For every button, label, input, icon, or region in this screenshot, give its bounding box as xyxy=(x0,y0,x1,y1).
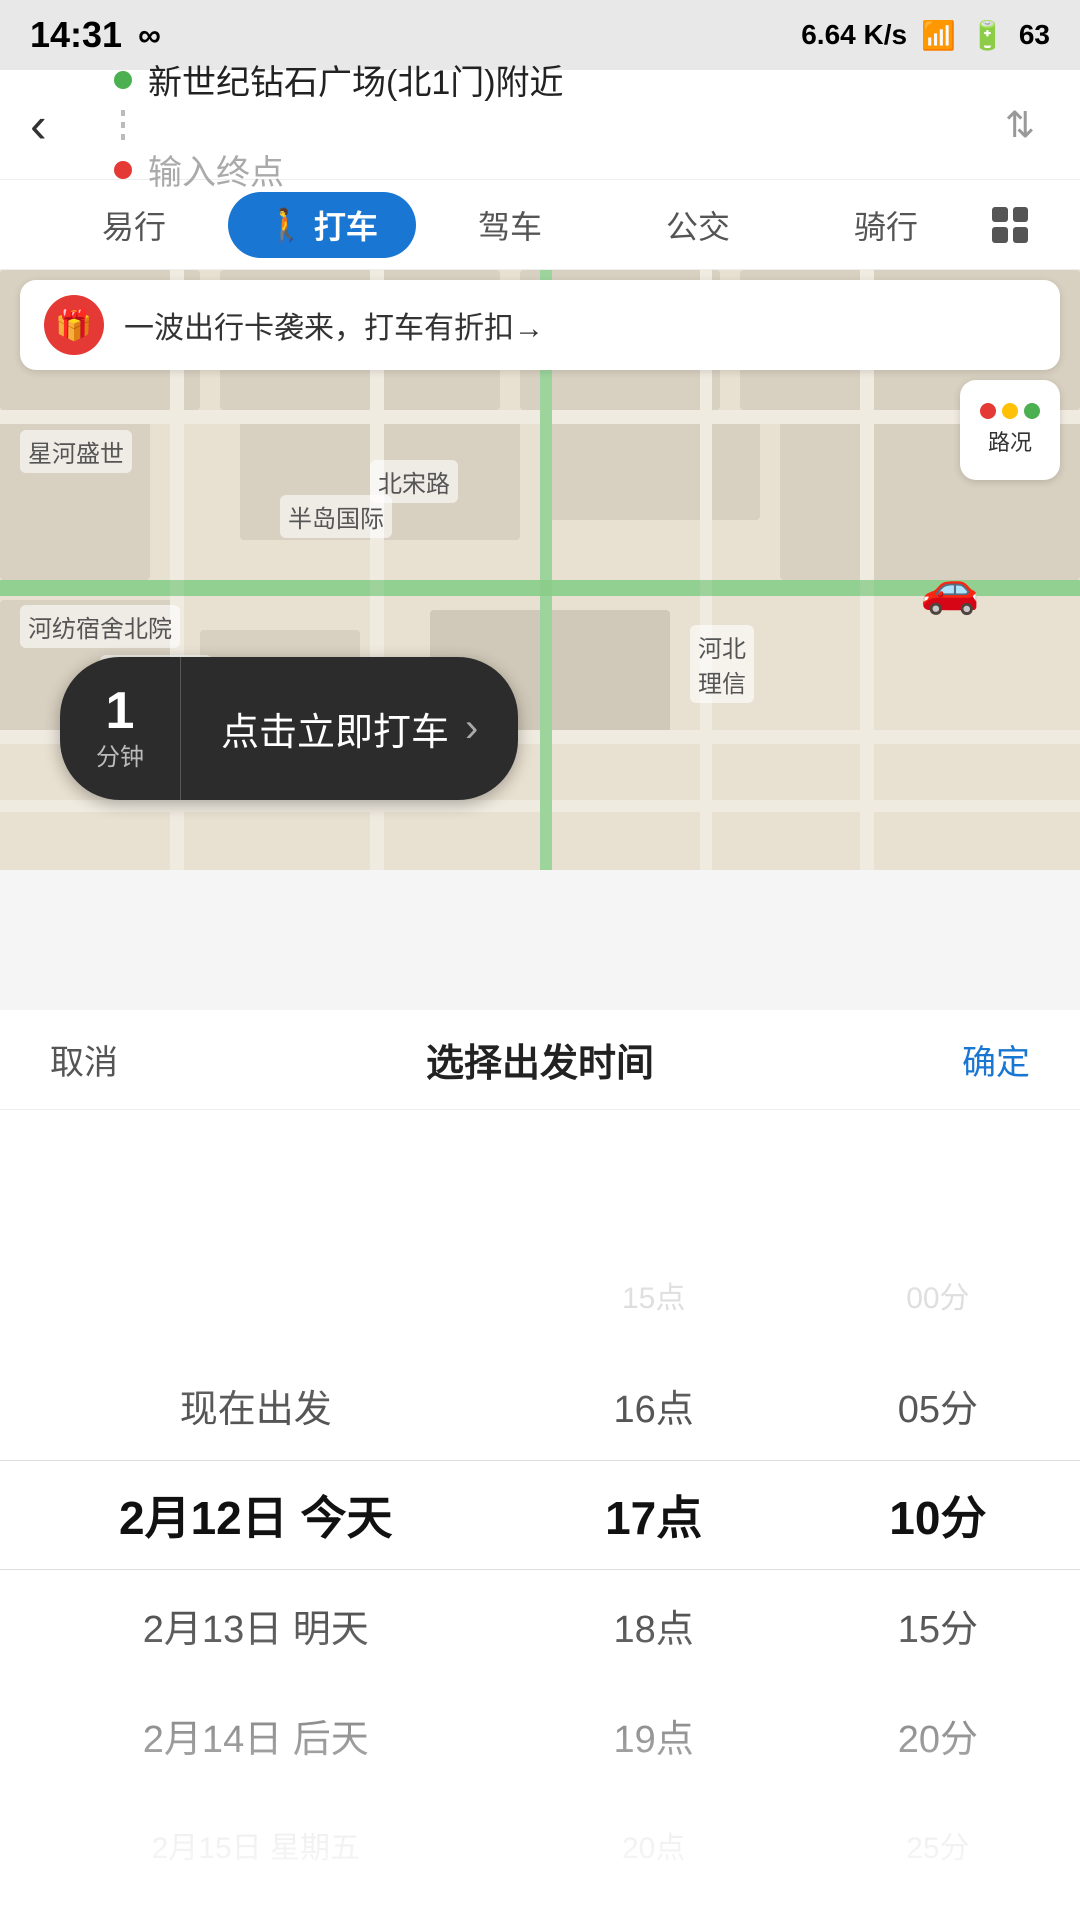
taxi-time-number: 1 xyxy=(106,685,135,737)
car-icon: 🚗 xyxy=(920,560,980,617)
date-item-now[interactable]: 现在出发 xyxy=(0,1350,512,1460)
road-condition-button[interactable]: 路况 xyxy=(960,380,1060,480)
tab-yixing-label: 易行 xyxy=(102,202,166,248)
promo-icon: 🎁 xyxy=(44,295,104,355)
tab-qixing-label: 骑行 xyxy=(854,202,918,248)
tab-qixing[interactable]: 骑行 xyxy=(792,192,980,258)
picker-header: 取消 选择出发时间 确定 xyxy=(0,1010,1080,1110)
taxi-time: 1 分钟 xyxy=(60,657,181,800)
minute-item-10[interactable]: 10分 xyxy=(796,1460,1080,1570)
instant-taxi-button[interactable]: 1 分钟 点击立即打车 › xyxy=(60,657,518,800)
signal-icon: 📶 xyxy=(921,19,956,52)
origin-text[interactable]: 新世纪钻石广场(北1门)附近 xyxy=(148,55,564,104)
taxi-action: 点击立即打车 › xyxy=(181,673,518,784)
picker-panel: 取消 选择出发时间 确定 现在出发 2月12日 今天 2月13日 明天 2月14… xyxy=(0,1010,1080,1920)
hour-item-17[interactable]: 17点 xyxy=(512,1460,796,1570)
tab-dache-icon: 🚶 xyxy=(266,206,306,244)
status-right: 6.64 K/s 📶 🔋 63 xyxy=(801,19,1050,52)
tab-dache[interactable]: 🚶 打车 xyxy=(228,192,416,258)
hour-picker-column[interactable]: 15点 16点 17点 18点 19点 20点 xyxy=(512,1110,796,1920)
taxi-action-text: 点击立即打车 xyxy=(221,701,449,756)
traffic-green xyxy=(1024,403,1040,419)
swap-button[interactable]: ⇅ xyxy=(990,95,1050,155)
tab-jiache[interactable]: 驾车 xyxy=(416,192,604,258)
picker-cancel-button[interactable]: 取消 xyxy=(50,1035,118,1084)
hour-item-19[interactable]: 19点 xyxy=(512,1680,796,1790)
back-button[interactable]: ‹ xyxy=(30,96,90,154)
destination-input[interactable]: 输入终点 xyxy=(148,145,284,194)
picker-content: 现在出发 2月12日 今天 2月13日 明天 2月14日 后天 2月15日 星期… xyxy=(0,1110,1080,1920)
date-item-day-after[interactable]: 2月14日 后天 xyxy=(0,1680,512,1790)
tab-yixing[interactable]: 易行 xyxy=(40,192,228,258)
destination-row: 输入终点 xyxy=(114,150,966,190)
hour-item-18[interactable]: 18点 xyxy=(512,1570,796,1680)
road-condition-label: 路况 xyxy=(988,425,1032,457)
traffic-yellow xyxy=(1002,403,1018,419)
date-col-inner: 现在出发 2月12日 今天 2月13日 明天 2月14日 后天 2月15日 星期… xyxy=(0,1110,512,1900)
tab-more-button[interactable] xyxy=(980,195,1040,255)
hour-col-inner: 15点 16点 17点 18点 19点 20点 xyxy=(512,1110,796,1900)
hour-item-16[interactable]: 16点 xyxy=(512,1350,796,1460)
promo-text: 一波出行卡袭来，打车有折扣→ xyxy=(124,303,544,347)
minute-item-05[interactable]: 05分 xyxy=(796,1350,1080,1460)
battery-level: 63 xyxy=(1019,19,1050,51)
minute-item-20[interactable]: 20分 xyxy=(796,1680,1080,1790)
status-left: 14:31 ∞ xyxy=(30,14,161,56)
date-item-today[interactable]: 2月12日 今天 xyxy=(0,1460,512,1570)
destination-dot xyxy=(114,161,132,179)
map-label-bandao: 半岛国际 xyxy=(280,495,392,538)
minute-picker-column[interactable]: 00分 05分 10分 15分 20分 25分 xyxy=(796,1110,1080,1920)
tab-gongjiao[interactable]: 公交 xyxy=(604,192,792,258)
battery-icon: 🔋 xyxy=(970,19,1005,52)
map-label-hebei: 河北理信 xyxy=(690,625,754,703)
date-picker-column[interactable]: 现在出发 2月12日 今天 2月13日 明天 2月14日 后天 2月15日 星期… xyxy=(0,1110,512,1920)
grid-icon xyxy=(992,207,1028,243)
minute-item-15[interactable]: 15分 xyxy=(796,1570,1080,1680)
hour-item-20[interactable]: 20点 xyxy=(512,1790,796,1900)
origin-dot xyxy=(114,71,132,89)
tab-gongjiao-label: 公交 xyxy=(666,202,730,248)
origin-row: 新世纪钻石广场(北1门)附近 xyxy=(114,60,966,100)
date-item-friday[interactable]: 2月15日 星期五 xyxy=(0,1790,512,1900)
top-nav: ‹ 新世纪钻石广场(北1门)附近 输入终点 ⇅ xyxy=(0,70,1080,180)
traffic-red xyxy=(980,403,996,419)
route-line xyxy=(121,110,125,140)
location-inputs: 新世纪钻石广场(北1门)附近 输入终点 xyxy=(114,60,966,190)
status-time: 14:31 xyxy=(30,14,122,56)
status-infinity: ∞ xyxy=(138,17,161,54)
promo-banner[interactable]: 🎁 一波出行卡袭来，打车有折扣→ xyxy=(20,280,1060,370)
taxi-time-unit: 分钟 xyxy=(96,737,144,772)
picker-confirm-button[interactable]: 确定 xyxy=(962,1035,1030,1084)
map-area[interactable]: 🎁 一波出行卡袭来，打车有折扣→ 路况 星河盛世 北宋路 半岛国际 河纺宿舍北院… xyxy=(0,270,1080,870)
minute-item-00[interactable]: 00分 xyxy=(796,1240,1080,1350)
map-label-hefang: 河纺宿舍北院 xyxy=(20,605,180,648)
minute-col-inner: 00分 05分 10分 15分 20分 25分 xyxy=(796,1110,1080,1900)
network-speed: 6.64 K/s xyxy=(801,19,907,51)
traffic-lights xyxy=(980,403,1040,419)
map-label-xinghe: 星河盛世 xyxy=(20,430,132,473)
picker-title: 选择出发时间 xyxy=(426,1032,654,1087)
tab-jiache-label: 驾车 xyxy=(478,202,542,248)
tab-dache-label: 打车 xyxy=(314,202,378,248)
hour-item-15[interactable]: 15点 xyxy=(512,1240,796,1350)
transport-tabs: 易行 🚶 打车 驾车 公交 骑行 xyxy=(0,180,1080,270)
taxi-arrow-icon: › xyxy=(465,706,478,751)
minute-item-25[interactable]: 25分 xyxy=(796,1790,1080,1900)
date-item-tomorrow[interactable]: 2月13日 明天 xyxy=(0,1570,512,1680)
